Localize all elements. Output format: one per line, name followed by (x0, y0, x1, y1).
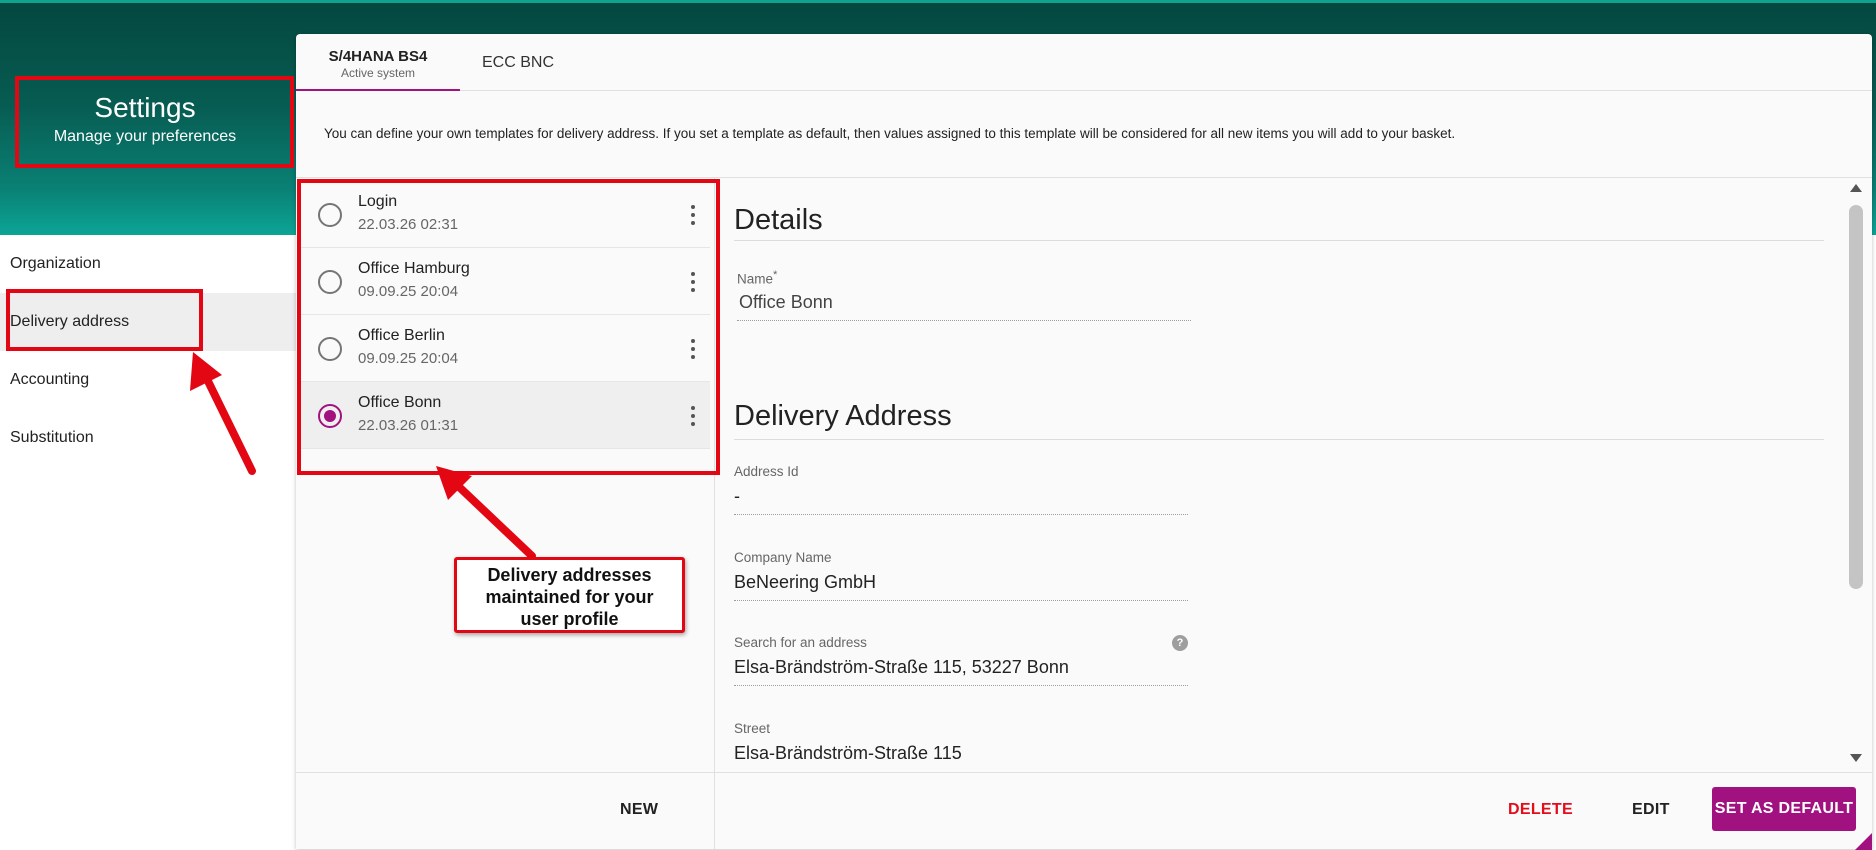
name-field[interactable]: Office Bonn (739, 292, 833, 313)
tab-label: S/4HANA BS4 (328, 48, 428, 65)
delete-button[interactable]: DELETE (1508, 801, 1573, 819)
name-label: Name* (737, 269, 777, 287)
sidebar-item-substitution[interactable]: Substitution (0, 409, 296, 467)
address-template-list: Login 22.03.26 02:31 Office Hamburg 09.0… (300, 181, 710, 449)
name-label-text: Name (737, 271, 774, 287)
item-date: 09.09.25 20:04 (358, 283, 459, 300)
tab-ecc-bnc[interactable]: ECC BNC (460, 34, 576, 91)
radio-button[interactable] (318, 203, 342, 227)
sidebar-item-organization[interactable]: Organization (0, 235, 296, 293)
field-underline (734, 514, 1188, 515)
set-as-default-button[interactable]: SET AS DEFAULT (1712, 787, 1856, 831)
delivery-address-heading: Delivery Address (734, 400, 952, 432)
details-heading: Details (734, 204, 823, 236)
list-item[interactable]: Office Berlin 09.09.25 20:04 (300, 315, 710, 382)
callout-line: user profile (520, 609, 619, 629)
edit-button[interactable]: EDIT (1632, 801, 1670, 819)
street-label: Street (734, 721, 771, 736)
field-underline (737, 320, 1191, 321)
item-name: Office Bonn (358, 394, 442, 411)
company-name-field[interactable]: BeNeering GmbH (734, 572, 876, 593)
street-field[interactable]: Elsa-Brändström-Straße 115 (734, 743, 962, 764)
divider (714, 178, 715, 849)
more-vert-icon[interactable] (688, 203, 698, 227)
details-panel: Details Name* Office Bonn Delivery Addre… (734, 184, 1824, 804)
scroll-up-arrow-icon[interactable] (1850, 184, 1862, 192)
sidebar-item-accounting[interactable]: Accounting (0, 351, 296, 409)
field-underline (734, 600, 1188, 601)
more-vert-icon[interactable] (688, 337, 698, 361)
divider (734, 439, 1824, 440)
help-icon[interactable]: ? (1172, 635, 1188, 651)
address-search-input[interactable]: Elsa-Brändström-Straße 115, 53227 Bonn (734, 657, 1069, 678)
divider (734, 240, 1824, 241)
item-name: Office Hamburg (358, 260, 470, 277)
more-vert-icon[interactable] (688, 270, 698, 294)
address-id-label: Address Id (734, 464, 799, 479)
address-id-field: - (734, 486, 740, 506)
sidebar-item-delivery-address[interactable]: Delivery address (0, 293, 296, 351)
required-mark: * (773, 269, 778, 281)
tab-sublabel: Active system (340, 66, 415, 80)
item-date: 22.03.26 01:31 (358, 417, 459, 434)
new-button[interactable]: NEW (620, 801, 658, 819)
item-date: 09.09.25 20:04 (358, 350, 459, 367)
item-name: Office Berlin (358, 327, 445, 344)
annotation-callout: Delivery addresses maintained for your u… (454, 557, 685, 633)
settings-sidebar: Organization Delivery address Accounting… (0, 235, 296, 467)
company-name-label: Company Name (734, 550, 832, 565)
more-vert-icon[interactable] (688, 404, 698, 428)
settings-subtitle: Manage your preferences (53, 128, 237, 145)
divider (296, 177, 1872, 178)
settings-title: Settings (94, 92, 196, 123)
tab-s4hana-bs4[interactable]: S/4HANA BS4 Active system (296, 34, 460, 91)
header-top-line (0, 0, 1876, 3)
delivery-address-card: S/4HANA BS4 Active system ECC BNC You ca… (296, 34, 1872, 850)
action-bar: NEW DELETE EDIT SET AS DEFAULT (296, 772, 1872, 850)
radio-button[interactable] (318, 270, 342, 294)
scrollbar-thumb[interactable] (1849, 205, 1863, 589)
callout-line: Delivery addresses (487, 565, 652, 585)
radio-button[interactable] (318, 337, 342, 361)
item-date: 22.03.26 02:31 (358, 216, 459, 233)
scroll-down-arrow-icon[interactable] (1850, 754, 1862, 762)
radio-button-selected[interactable] (318, 404, 342, 428)
system-tabs: S/4HANA BS4 Active system ECC BNC (296, 34, 1872, 91)
corner-accent (1855, 833, 1872, 850)
tab-label: ECC BNC (481, 54, 554, 71)
address-search-label: Search for an address (734, 635, 867, 650)
list-item[interactable]: Office Hamburg 09.09.25 20:04 (300, 248, 710, 315)
list-item[interactable]: Login 22.03.26 02:31 (300, 181, 710, 248)
list-item[interactable]: Office Bonn 22.03.26 01:31 (300, 382, 710, 449)
intro-text: You can define your own templates for de… (324, 126, 1456, 141)
callout-line: maintained for your (485, 587, 654, 607)
field-underline (734, 685, 1188, 686)
item-name: Login (358, 193, 398, 210)
